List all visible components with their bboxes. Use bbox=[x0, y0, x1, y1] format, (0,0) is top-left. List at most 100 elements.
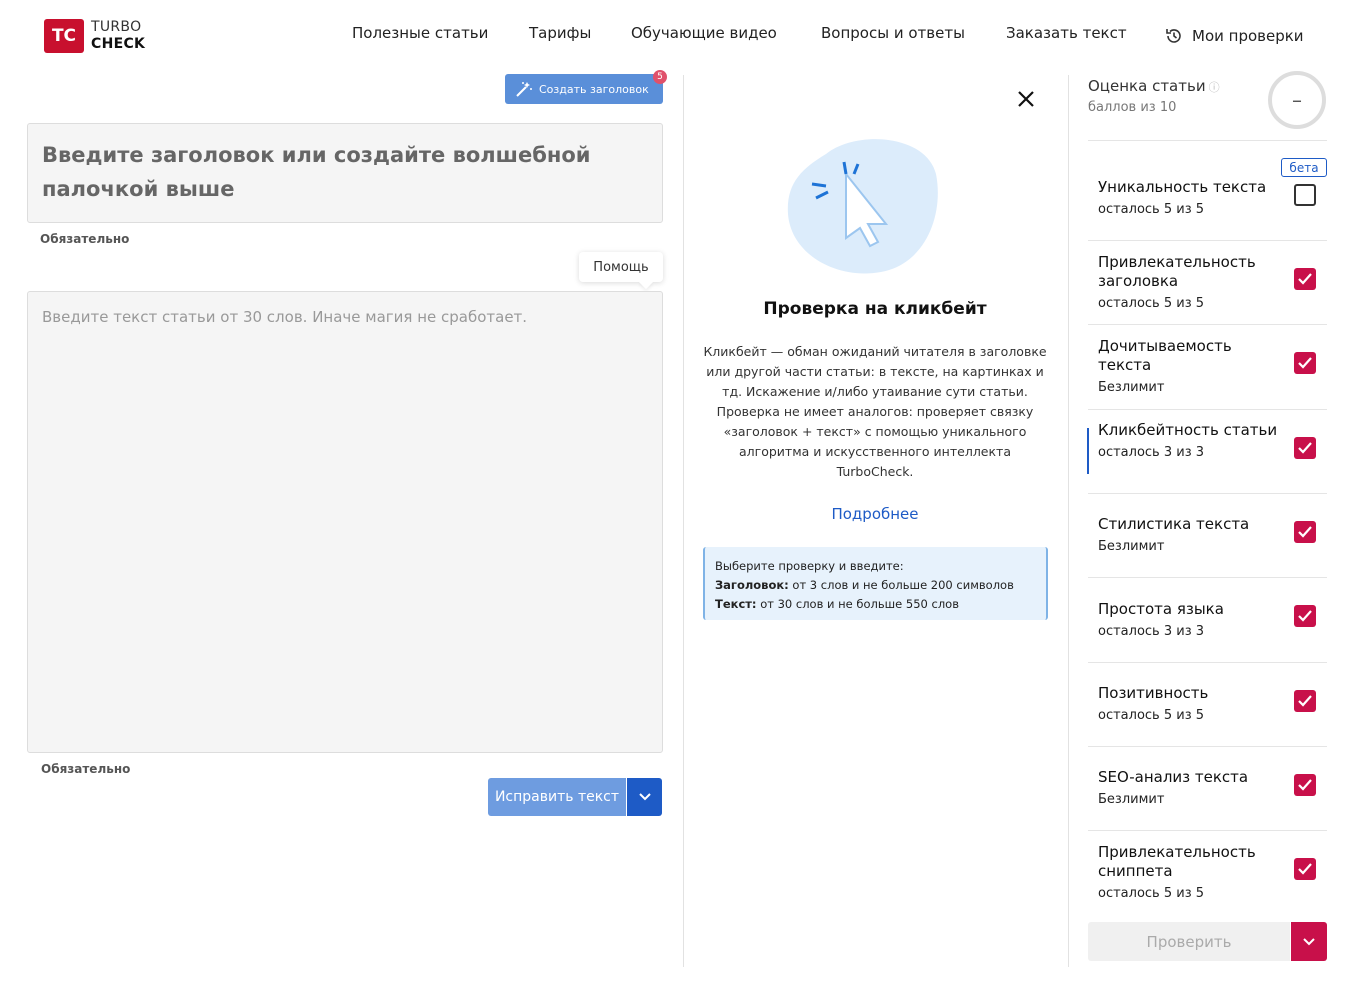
check-checkbox[interactable] bbox=[1294, 858, 1316, 880]
title-required-label: Обязательно bbox=[40, 232, 130, 246]
divider bbox=[1088, 409, 1327, 410]
chevron-down-icon bbox=[638, 793, 651, 801]
check-name: Кликбейтность статьи bbox=[1098, 421, 1278, 439]
chevron-down-icon bbox=[1303, 937, 1315, 945]
check-quota: Безлимит bbox=[1098, 380, 1165, 395]
divider-right bbox=[1068, 75, 1069, 967]
check-name: Позитивность bbox=[1098, 684, 1209, 702]
history-icon bbox=[1166, 29, 1181, 43]
cursor-click-icon bbox=[786, 134, 942, 282]
logo[interactable]: TC TURBO CHECK bbox=[44, 19, 145, 53]
nav-order[interactable]: Заказать текст bbox=[1006, 24, 1127, 48]
verify-dropdown[interactable] bbox=[1291, 922, 1327, 961]
hint-text-text: от 30 слов и не больше 550 слов bbox=[760, 597, 959, 611]
check-icon bbox=[1298, 526, 1312, 538]
logo-line2: CHECK bbox=[91, 36, 146, 52]
verify-button[interactable]: Проверить bbox=[1088, 922, 1290, 961]
nav-faq[interactable]: Вопросы и ответы bbox=[821, 24, 965, 48]
check-checkbox[interactable] bbox=[1294, 605, 1316, 627]
check-name: Дочитываемость текста bbox=[1098, 337, 1232, 374]
check-icon bbox=[1298, 695, 1312, 707]
check-icon bbox=[1298, 442, 1312, 454]
check-name: Простота языка bbox=[1098, 600, 1224, 618]
divider bbox=[1088, 240, 1327, 241]
hint-box: Выберите проверку и введите: Заголовок: … bbox=[703, 547, 1048, 620]
nav-tariffs[interactable]: Тарифы bbox=[529, 24, 591, 48]
hint-title-label: Заголовок: bbox=[715, 578, 789, 592]
check-checkbox[interactable] bbox=[1294, 184, 1316, 206]
check-item[interactable]: Стилистика текста Безлимит bbox=[1098, 515, 1288, 554]
text-required-label: Обязательно bbox=[41, 762, 131, 776]
check-quota: осталось 5 из 5 bbox=[1098, 202, 1205, 217]
check-checkbox[interactable] bbox=[1294, 437, 1316, 459]
check-item[interactable]: Уникальность текста осталось 5 из 5 bbox=[1098, 178, 1288, 217]
check-checkbox[interactable] bbox=[1294, 690, 1316, 712]
hint-intro: Выберите проверку и введите: bbox=[715, 559, 904, 573]
divider bbox=[1088, 324, 1327, 325]
divider bbox=[1088, 830, 1327, 831]
check-icon bbox=[1298, 863, 1312, 875]
check-quota: осталось 5 из 5 bbox=[1098, 296, 1205, 311]
divider bbox=[1088, 746, 1327, 747]
check-icon bbox=[1298, 357, 1312, 369]
check-item[interactable]: Привлекательность заголовка осталось 5 из… bbox=[1098, 253, 1288, 311]
magic-wand-icon bbox=[516, 82, 532, 97]
score-ring: – bbox=[1268, 71, 1326, 129]
panel-title: Проверка на кликбейт bbox=[763, 299, 987, 319]
check-checkbox[interactable] bbox=[1294, 521, 1316, 543]
check-item[interactable]: SEO-анализ текста Безлимит bbox=[1098, 768, 1288, 807]
divider bbox=[1088, 140, 1327, 141]
create-title-button[interactable]: Создать заголовок 5 bbox=[505, 70, 667, 104]
check-item[interactable]: Позитивность осталось 5 из 5 bbox=[1098, 684, 1288, 723]
check-item[interactable]: Дочитываемость текста Безлимит bbox=[1098, 337, 1288, 395]
create-title-label: Создать заголовок bbox=[539, 82, 649, 96]
divider bbox=[1088, 493, 1327, 494]
check-quota: осталось 3 из 3 bbox=[1098, 624, 1205, 639]
fix-text-button[interactable]: Исправить текст bbox=[488, 778, 626, 816]
info-icon[interactable]: ⓘ bbox=[1209, 81, 1220, 94]
nav-videos[interactable]: Обучающие видео bbox=[631, 24, 777, 48]
title-input[interactable]: Введите заголовок или создайте волшебной… bbox=[27, 123, 663, 223]
check-item[interactable]: Кликбейтность статьи осталось 3 из 3 bbox=[1098, 421, 1288, 460]
check-quota: осталось 5 из 5 bbox=[1098, 708, 1205, 723]
panel-description: Кликбейт — обман ожиданий читателя в заг… bbox=[703, 344, 1047, 479]
check-quota: осталось 3 из 3 bbox=[1098, 445, 1205, 460]
check-name: Стилистика текста bbox=[1098, 515, 1250, 533]
hint-title-text: от 3 слов и не больше 200 символов bbox=[792, 578, 1014, 592]
check-name: Уникальность текста bbox=[1098, 178, 1267, 196]
score-title: Оценка статьи ⓘ bbox=[1088, 77, 1220, 95]
close-icon[interactable] bbox=[1014, 87, 1038, 111]
fix-text-dropdown[interactable] bbox=[627, 778, 662, 816]
article-text-input[interactable]: Введите текст статьи от 30 слов. Иначе м… bbox=[27, 291, 663, 753]
more-link[interactable]: Подробнее bbox=[700, 505, 1050, 523]
logo-mark: TC bbox=[44, 19, 84, 53]
check-name: Привлекательность сниппета bbox=[1098, 843, 1256, 880]
divider bbox=[1088, 662, 1327, 663]
check-checkbox[interactable] bbox=[1294, 774, 1316, 796]
check-quota: Безлимит bbox=[1098, 792, 1165, 807]
divider bbox=[1088, 577, 1327, 578]
beta-badge: бета bbox=[1281, 158, 1327, 177]
score-subtitle: баллов из 10 bbox=[1088, 100, 1177, 115]
check-item[interactable]: Простота языка осталось 3 из 3 bbox=[1098, 600, 1288, 639]
check-name: SEO-анализ текста bbox=[1098, 768, 1249, 786]
check-icon bbox=[1298, 273, 1312, 285]
check-checkbox[interactable] bbox=[1294, 268, 1316, 290]
nav-my-checks[interactable]: Мои проверки bbox=[1164, 24, 1304, 48]
active-check-indicator bbox=[1087, 428, 1089, 474]
nav-my-checks-label: Мои проверки bbox=[1192, 27, 1304, 45]
help-tooltip[interactable]: Помощь bbox=[579, 252, 663, 282]
check-checkbox[interactable] bbox=[1294, 352, 1316, 374]
check-name: Привлекательность заголовка bbox=[1098, 253, 1256, 290]
check-icon bbox=[1298, 779, 1312, 791]
check-quota: Безлимит bbox=[1098, 539, 1165, 554]
nav-articles[interactable]: Полезные статьи bbox=[352, 24, 488, 48]
score-title-text: Оценка статьи bbox=[1088, 77, 1206, 95]
hint-text-label: Текст: bbox=[715, 597, 757, 611]
check-item[interactable]: Привлекательность сниппета осталось 5 из … bbox=[1098, 843, 1288, 901]
divider-left bbox=[683, 75, 684, 967]
check-quota: осталось 5 из 5 bbox=[1098, 886, 1205, 901]
logo-line1: TURBO bbox=[91, 19, 142, 35]
create-title-badge: 5 bbox=[653, 70, 667, 84]
check-icon bbox=[1298, 610, 1312, 622]
